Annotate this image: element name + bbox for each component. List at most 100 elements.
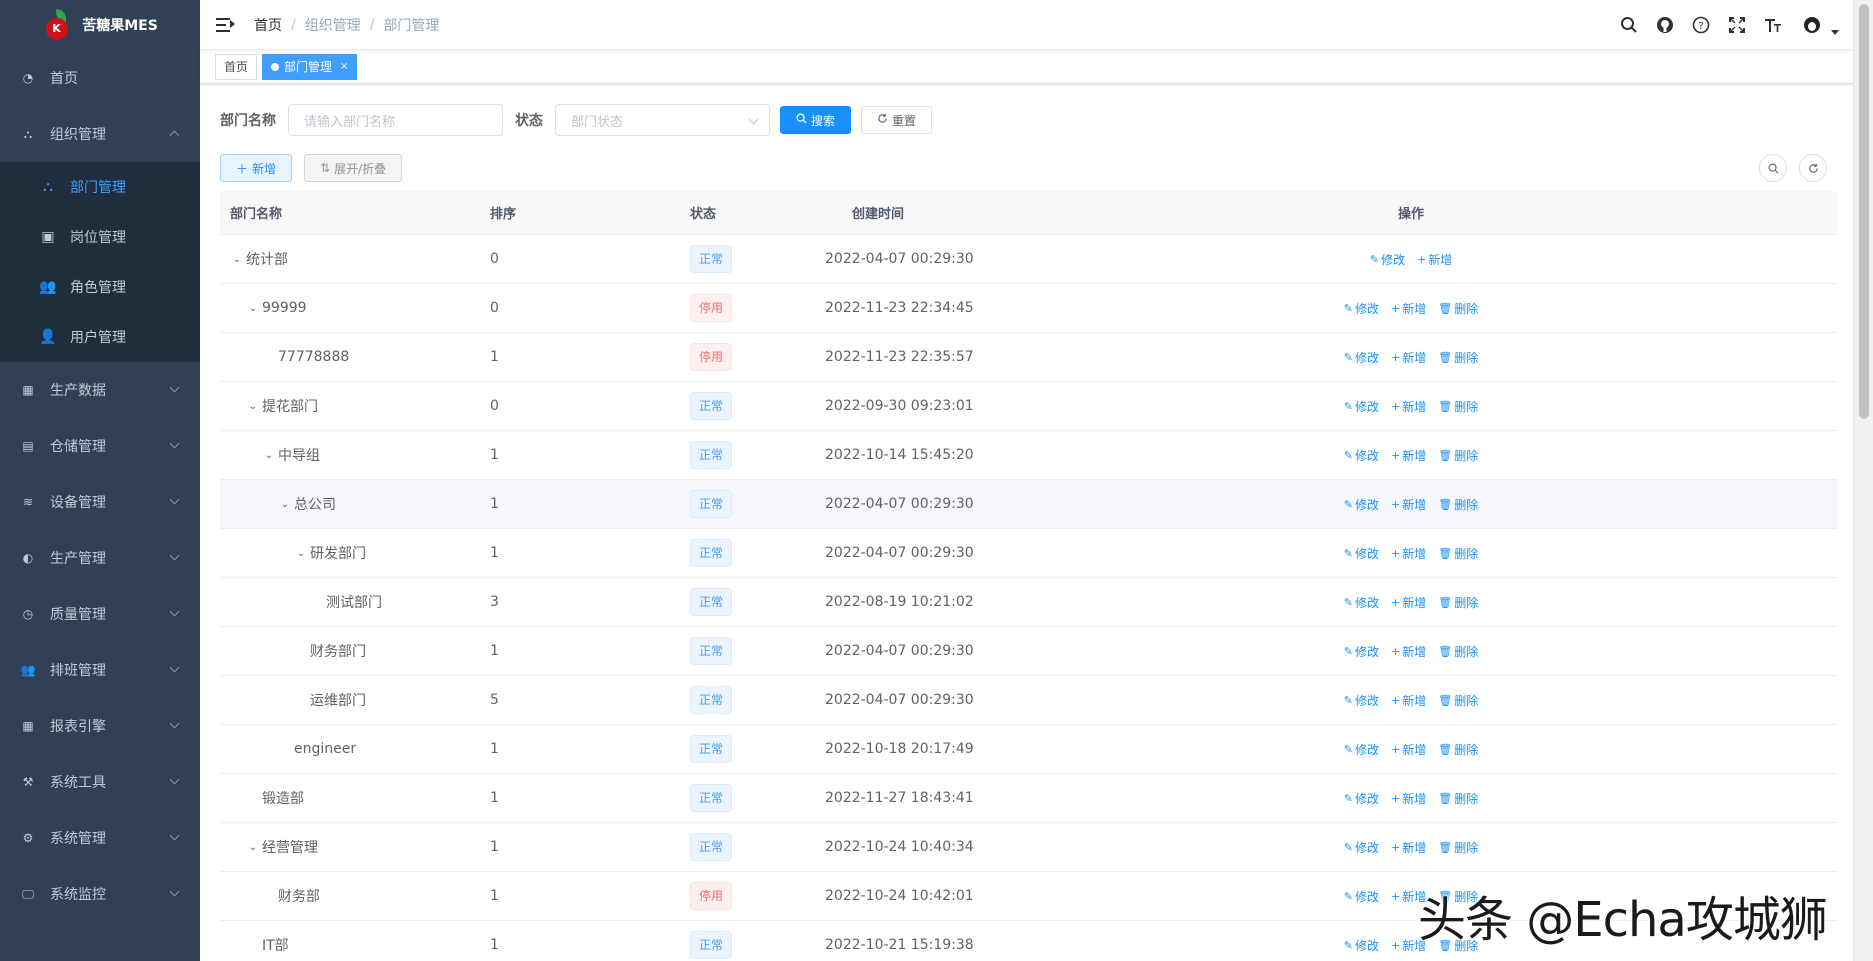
reset-button[interactable]: 重置 <box>861 106 933 134</box>
table-row[interactable]: ⌄ 统计部 0 正常 2022-04-07 00:29:30 ✎ 修改 + 新增 <box>220 235 1837 284</box>
add-dept-button[interactable]: ＋ 新增 <box>220 154 293 182</box>
delete-button[interactable]: 🗑 删除 <box>1438 643 1478 660</box>
expand-toggle-icon[interactable]: ⌄ <box>294 548 308 559</box>
add-child-button[interactable]: + 新增 <box>1391 790 1426 807</box>
table-row[interactable]: ⌄ 中导组 1 正常 2022-10-14 15:45:20 ✎ 修改 + 新增 🗑 删除 <box>220 431 1837 480</box>
delete-button[interactable]: 🗑 删除 <box>1438 398 1478 415</box>
table-row[interactable]: ⌄ 总公司 1 正常 2022-04-07 00:29:30 ✎ 修改 + 新增 🗑 删除 <box>220 480 1837 529</box>
sidebar-item-sidebar-bottom_items-9[interactable]: 🖵 系统监控 <box>0 866 200 922</box>
github-icon[interactable] <box>1655 15 1675 35</box>
table-row[interactable]: 77778888 1 停用 2022-11-23 22:35:57 ✎ 修改 + 新增 🗑 删除 <box>220 333 1837 382</box>
table-row[interactable]: ⌄ 提花部门 0 正常 2022-09-30 09:23:01 ✎ 修改 + 新增 🗑 删除 <box>220 382 1837 431</box>
cell-dept-name: ⌄ 99999 <box>220 300 490 316</box>
tag-dept-manage[interactable]: 部门管理 × <box>262 53 358 80</box>
user-avatar[interactable] <box>1799 12 1825 38</box>
edit-button[interactable]: ✎ 修改 <box>1344 398 1379 415</box>
edit-button[interactable]: ✎ 修改 <box>1344 692 1379 709</box>
edit-button[interactable]: ✎ 修改 <box>1344 545 1379 562</box>
add-child-button[interactable]: + 新增 <box>1391 594 1426 611</box>
delete-button[interactable]: 🗑 删除 <box>1438 447 1478 464</box>
edit-button[interactable]: ✎ 修改 <box>1344 496 1379 513</box>
table-row[interactable]: engineer 1 正常 2022-10-18 20:17:49 ✎ 修改 + 新增 🗑 删除 <box>220 725 1837 774</box>
sidebar-item-sidebar-bottom_items-4[interactable]: ◷ 质量管理 <box>0 586 200 642</box>
sidebar-item-sidebar-sub_items-3[interactable]: 👤 用户管理 <box>0 312 200 362</box>
add-child-button[interactable]: + 新增 <box>1391 839 1426 856</box>
delete-button[interactable]: 🗑 删除 <box>1438 594 1478 611</box>
sidebar-item-sidebar-sub_items-1[interactable]: ▣ 岗位管理 <box>0 212 200 262</box>
app-logo[interactable]: K 苦糖果MES <box>0 0 200 50</box>
add-child-button[interactable]: + 新增 <box>1391 447 1426 464</box>
sidebar-item-sidebar-bottom_items-2[interactable]: ≋ 设备管理 <box>0 474 200 530</box>
sidebar-item-sidebar-bottom_items-8[interactable]: ⚙ 系统管理 <box>0 810 200 866</box>
edit-button[interactable]: ✎ 修改 <box>1344 594 1379 611</box>
expand-toggle-icon[interactable]: ⌄ <box>262 450 276 461</box>
expand-toggle-icon[interactable]: ⌄ <box>246 842 260 853</box>
table-row[interactable]: ⌄ 研发部门 1 正常 2022-04-07 00:29:30 ✎ 修改 + 新增 🗑 删除 <box>220 529 1837 578</box>
edit-button[interactable]: ✎ 修改 <box>1344 643 1379 660</box>
delete-button[interactable]: 🗑 删除 <box>1438 692 1478 709</box>
expand-toggle-icon[interactable]: ⌄ <box>278 499 292 510</box>
table-row[interactable]: ⌄ 99999 0 停用 2022-11-23 22:34:45 ✎ 修改 + 新增 🗑 删除 <box>220 284 1837 333</box>
refresh-button[interactable] <box>1799 154 1827 182</box>
edit-button[interactable]: ✎ 修改 <box>1370 251 1405 268</box>
sidebar-item-sidebar-top_items-0[interactable]: ◔ 首页 <box>0 50 200 106</box>
table-row[interactable]: 运维部门 5 正常 2022-04-07 00:29:30 ✎ 修改 + 新增 🗑 删除 <box>220 676 1837 725</box>
expand-collapse-button[interactable]: ⇅ 展开/折叠 <box>304 154 403 182</box>
edit-button[interactable]: ✎ 修改 <box>1344 888 1379 905</box>
status-select[interactable]: 部门状态 <box>555 104 770 136</box>
search-icon[interactable] <box>1619 15 1639 35</box>
expand-toggle-icon[interactable]: ⌄ <box>246 401 260 412</box>
table-row[interactable]: ⌄ 经营管理 1 正常 2022-10-24 10:40:34 ✎ 修改 + 新增 🗑 删除 <box>220 823 1837 872</box>
sidebar-item-sidebar-sub_items-2[interactable]: 👥 角色管理 <box>0 262 200 312</box>
delete-button[interactable]: 🗑 删除 <box>1438 839 1478 856</box>
dept-name-input[interactable]: 请输入部门名称 <box>288 104 503 136</box>
expand-toggle-icon[interactable]: ⌄ <box>230 254 244 265</box>
scrollbar-thumb[interactable] <box>1859 4 1869 419</box>
edit-button[interactable]: ✎ 修改 <box>1344 300 1379 317</box>
sidebar-item-sidebar-bottom_items-1[interactable]: ▤ 仓储管理 <box>0 418 200 474</box>
delete-button[interactable]: 🗑 删除 <box>1438 496 1478 513</box>
breadcrumb-home[interactable]: 首页 <box>254 15 282 35</box>
edit-button[interactable]: ✎ 修改 <box>1344 447 1379 464</box>
edit-button[interactable]: ✎ 修改 <box>1344 839 1379 856</box>
toggle-search-button[interactable] <box>1759 154 1787 182</box>
hamburger-icon[interactable] <box>216 15 236 35</box>
add-child-button[interactable]: + 新增 <box>1391 398 1426 415</box>
add-child-button[interactable]: + 新增 <box>1391 643 1426 660</box>
expand-toggle-icon[interactable]: ⌄ <box>246 303 260 314</box>
sidebar-item-sidebar-bottom_items-5[interactable]: 👥 排班管理 <box>0 642 200 698</box>
delete-button[interactable]: 🗑 删除 <box>1438 741 1478 758</box>
sidebar-item-sidebar-sub_items-0[interactable]: ⛬ 部门管理 <box>0 162 200 212</box>
edit-button[interactable]: ✎ 修改 <box>1344 349 1379 366</box>
table-row[interactable]: 锻造部 1 正常 2022-11-27 18:43:41 ✎ 修改 + 新增 🗑 删除 <box>220 774 1837 823</box>
edit-button[interactable]: ✎ 修改 <box>1344 790 1379 807</box>
font-size-icon[interactable] <box>1763 15 1783 35</box>
add-child-button[interactable]: + 新增 <box>1391 741 1426 758</box>
sidebar-item-sidebar-bottom_items-7[interactable]: ⚒ 系统工具 <box>0 754 200 810</box>
table-row[interactable]: 测试部门 3 正常 2022-08-19 10:21:02 ✎ 修改 + 新增 🗑 删除 <box>220 578 1837 627</box>
fullscreen-icon[interactable] <box>1727 15 1747 35</box>
delete-button[interactable]: 🗑 删除 <box>1438 545 1478 562</box>
sidebar-item-sidebar-bottom_items-6[interactable]: ▦ 报表引擎 <box>0 698 200 754</box>
close-icon[interactable]: × <box>340 55 348 79</box>
delete-button[interactable]: 🗑 删除 <box>1438 790 1478 807</box>
edit-button[interactable]: ✎ 修改 <box>1344 937 1379 954</box>
add-child-button[interactable]: + 新增 <box>1417 251 1452 268</box>
delete-button[interactable]: 🗑 删除 <box>1438 349 1478 366</box>
sidebar-item-sidebar-bottom_items-0[interactable]: ▦ 生产数据 <box>0 362 200 418</box>
question-icon[interactable]: ? <box>1691 15 1711 35</box>
search-button[interactable]: 搜索 <box>780 106 852 134</box>
caret-down-icon[interactable] <box>1831 29 1839 35</box>
table-row[interactable]: 财务部门 1 正常 2022-04-07 00:29:30 ✎ 修改 + 新增 🗑 删除 <box>220 627 1837 676</box>
sidebar-item-sidebar-bottom_items-3[interactable]: ◐ 生产管理 <box>0 530 200 586</box>
page-scrollbar[interactable] <box>1853 0 1873 961</box>
delete-button[interactable]: 🗑 删除 <box>1438 300 1478 317</box>
edit-button[interactable]: ✎ 修改 <box>1344 741 1379 758</box>
add-child-button[interactable]: + 新增 <box>1391 300 1426 317</box>
tag-home[interactable]: 首页 <box>215 53 258 80</box>
add-child-button[interactable]: + 新增 <box>1391 692 1426 709</box>
add-child-button[interactable]: + 新增 <box>1391 496 1426 513</box>
add-child-button[interactable]: + 新增 <box>1391 349 1426 366</box>
add-child-button[interactable]: + 新增 <box>1391 545 1426 562</box>
sidebar-item-sidebar-top_items-1[interactable]: ⛬ 组织管理 <box>0 106 200 162</box>
